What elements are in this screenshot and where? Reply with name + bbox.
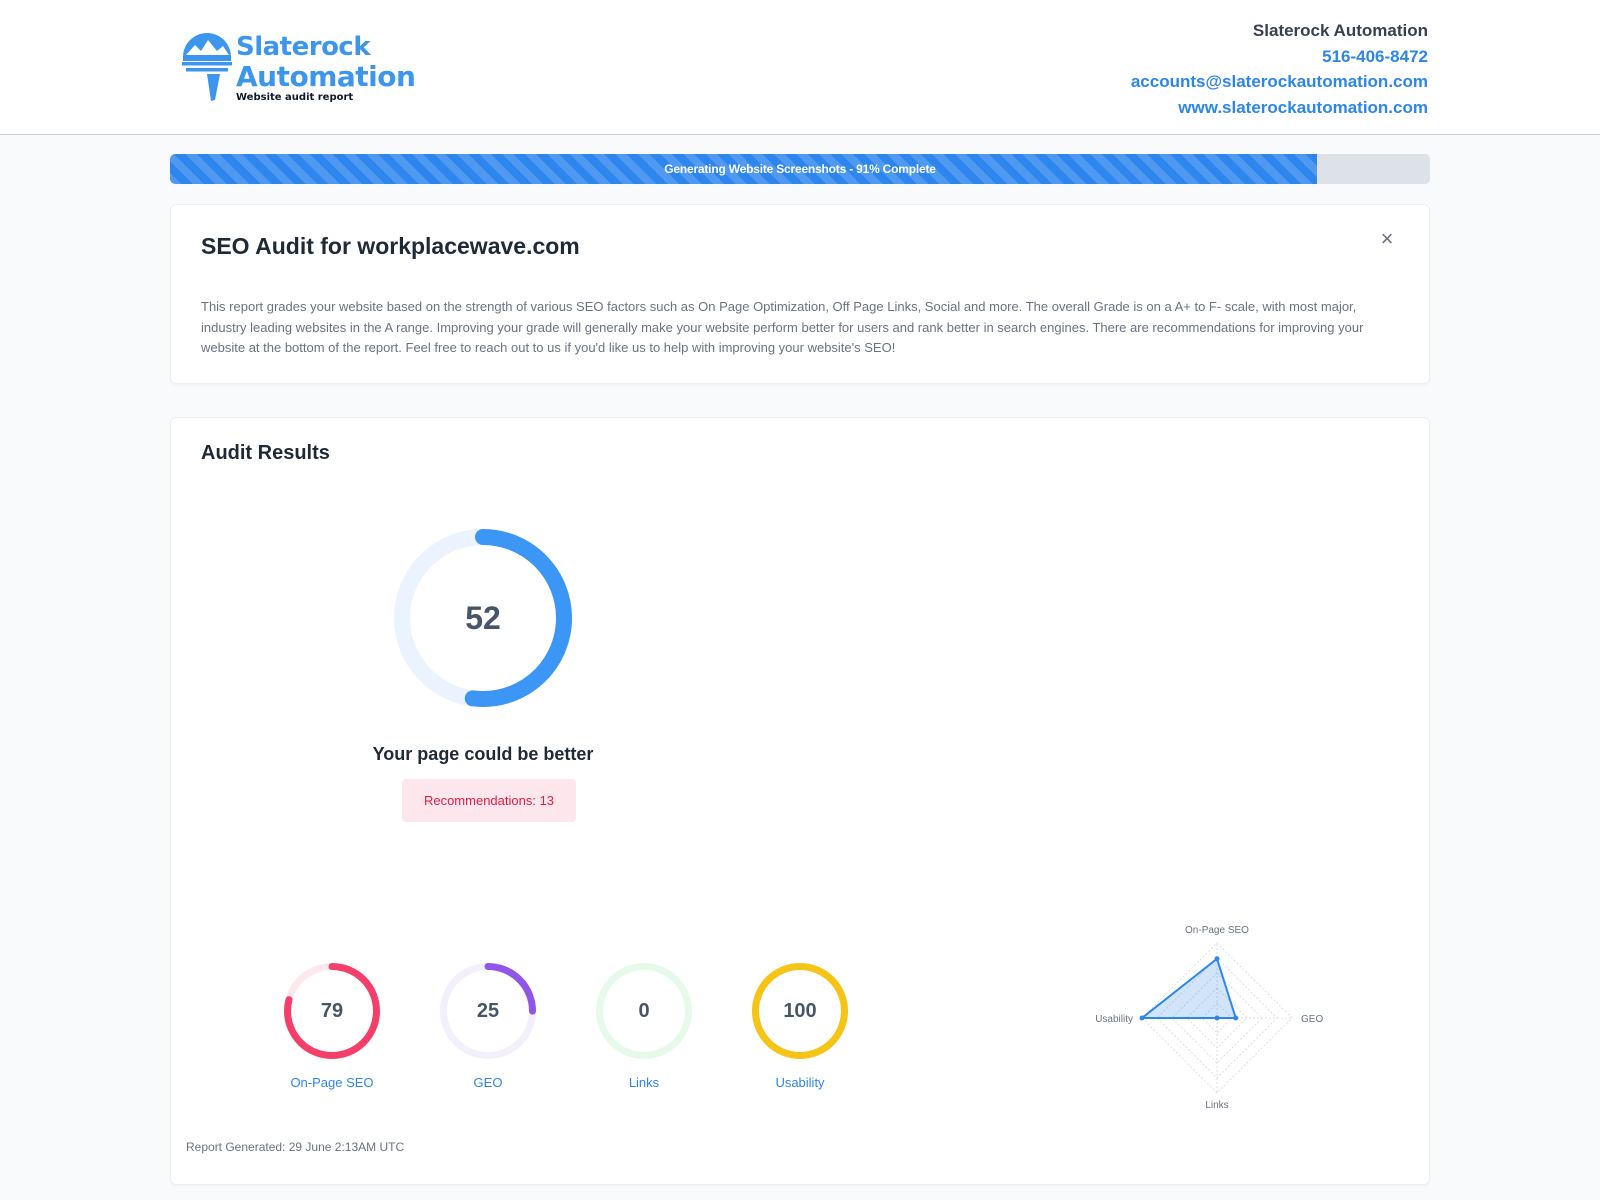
report-header: Slaterock Automation Website audit repor… xyxy=(0,0,1600,135)
geo-link[interactable]: GEO xyxy=(408,1075,568,1090)
logo-text-line2: Automation xyxy=(236,60,416,93)
geo-score: 25 xyxy=(476,1000,500,1022)
links-link[interactable]: Links xyxy=(564,1075,724,1090)
radar-point-1 xyxy=(1233,1015,1239,1021)
audit-results-card: Audit Results 52 Your page could be bett… xyxy=(170,417,1430,1185)
contact-phone-link[interactable]: 516-406-8472 xyxy=(1131,44,1428,70)
radar-axis-label: On-Page SEO xyxy=(1185,925,1249,936)
overall-score-caption: Your page could be better xyxy=(372,744,594,764)
on-page-seo-link[interactable]: On-Page SEO xyxy=(252,1075,412,1090)
intro-card: SEO Audit for workplacewave.com × This r… xyxy=(170,204,1430,384)
radar-axis-label: Links xyxy=(1205,1100,1228,1111)
recommendations-badge[interactable]: Recommendations: 13 xyxy=(402,779,576,822)
results-title: Audit Results xyxy=(201,442,330,464)
contact-company: Slaterock Automation xyxy=(1252,21,1428,40)
overall-score-value: 52 xyxy=(465,600,501,636)
radar-point-0 xyxy=(1214,956,1220,962)
score-radar-chart: On-Page SEO GEO Links Usability xyxy=(1095,925,1323,1111)
close-icon[interactable]: × xyxy=(1375,227,1399,251)
audit-title: SEO Audit for workplacewave.com xyxy=(201,233,580,259)
radar-series-area xyxy=(1141,957,1237,1019)
radar-axis-label: GEO xyxy=(1301,1014,1323,1025)
usability-score: 100 xyxy=(783,1000,817,1022)
contact-email-link[interactable]: accounts@slaterockautomation.com xyxy=(1131,69,1428,95)
radar-axis-label: Usability xyxy=(1095,1014,1133,1025)
usability-link[interactable]: Usability xyxy=(720,1075,880,1090)
radar-point-2 xyxy=(1214,1015,1220,1021)
magnifier-logo-icon xyxy=(182,33,232,101)
intro-description: This report grades your website based on… xyxy=(201,299,1364,355)
logo-subtitle: Website audit report xyxy=(236,92,354,103)
contact-website-link[interactable]: www.slaterockautomation.com xyxy=(1131,95,1428,121)
progress-label: Generating Website Screenshots - 91% Com… xyxy=(664,162,936,176)
on-page-seo-score: 79 xyxy=(320,1000,344,1022)
screenshot-progress-bar: Generating Website Screenshots - 91% Com… xyxy=(170,154,1430,184)
logo-text-line1: Slaterock xyxy=(236,32,371,62)
links-score: 0 xyxy=(638,1000,650,1022)
report-generated-timestamp: Report Generated: 29 June 2:13AM UTC xyxy=(186,1140,405,1154)
slaterock-logo[interactable]: Slaterock Automation Website audit repor… xyxy=(180,24,420,104)
contact-block: Slaterock Automation 516-406-8472 accoun… xyxy=(1131,18,1428,120)
radar-point-3 xyxy=(1139,1015,1145,1021)
